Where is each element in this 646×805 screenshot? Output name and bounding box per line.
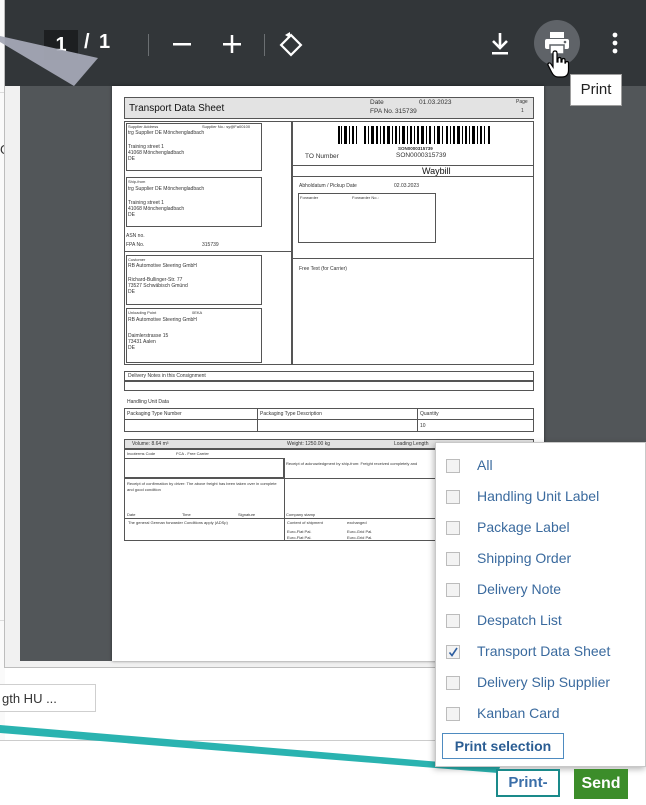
print-button-label: Print xyxy=(508,774,543,791)
menu-item-label: Delivery Slip Supplier xyxy=(477,674,611,690)
menu-item-label: Transport Data Sheet xyxy=(477,643,611,659)
menu-item-label: Package Label xyxy=(477,519,570,535)
check-icon xyxy=(448,647,458,657)
callout-arrow-teal xyxy=(0,725,500,773)
menu-item-delivery-note[interactable]: Delivery Note xyxy=(446,577,636,603)
checkbox[interactable] xyxy=(446,490,460,504)
print-selection-menu: All Handling Unit Label Package Label Sh… xyxy=(435,442,646,767)
menu-item-label: Kanban Card xyxy=(477,705,560,721)
menu-item-handling-unit-label[interactable]: Handling Unit Label xyxy=(446,484,636,510)
dropdown-caret-icon: - xyxy=(542,774,548,791)
print-dropdown-button[interactable]: Print- xyxy=(496,769,560,797)
menu-item-shipping-order[interactable]: Shipping Order xyxy=(446,546,636,572)
menu-item-all[interactable]: All xyxy=(446,453,636,479)
checkbox[interactable] xyxy=(446,707,460,721)
checkbox[interactable] xyxy=(446,614,460,628)
menu-item-delivery-slip-supplier[interactable]: Delivery Slip Supplier xyxy=(446,670,636,696)
print-selection-button[interactable]: Print selection xyxy=(442,733,564,759)
menu-item-label: Delivery Note xyxy=(477,581,562,597)
menu-item-kanban-card[interactable]: Kanban Card xyxy=(446,701,636,727)
menu-item-label: All xyxy=(477,457,493,473)
menu-item-label: Despatch List xyxy=(477,612,562,628)
checkbox[interactable] xyxy=(446,459,460,473)
checkbox[interactable] xyxy=(446,521,460,535)
menu-item-transport-data-sheet[interactable]: Transport Data Sheet xyxy=(446,639,636,665)
checkbox[interactable] xyxy=(446,552,460,566)
menu-item-package-label[interactable]: Package Label xyxy=(446,515,636,541)
send-button[interactable]: Send xyxy=(574,769,628,799)
callout-arrow-gray xyxy=(0,36,98,86)
menu-item-despatch-list[interactable]: Despatch List xyxy=(446,608,636,634)
checkbox-checked[interactable] xyxy=(446,645,460,659)
checkbox[interactable] xyxy=(446,583,460,597)
checkbox[interactable] xyxy=(446,676,460,690)
menu-item-label: Handling Unit Label xyxy=(477,488,600,504)
menu-item-label: Shipping Order xyxy=(477,550,572,566)
